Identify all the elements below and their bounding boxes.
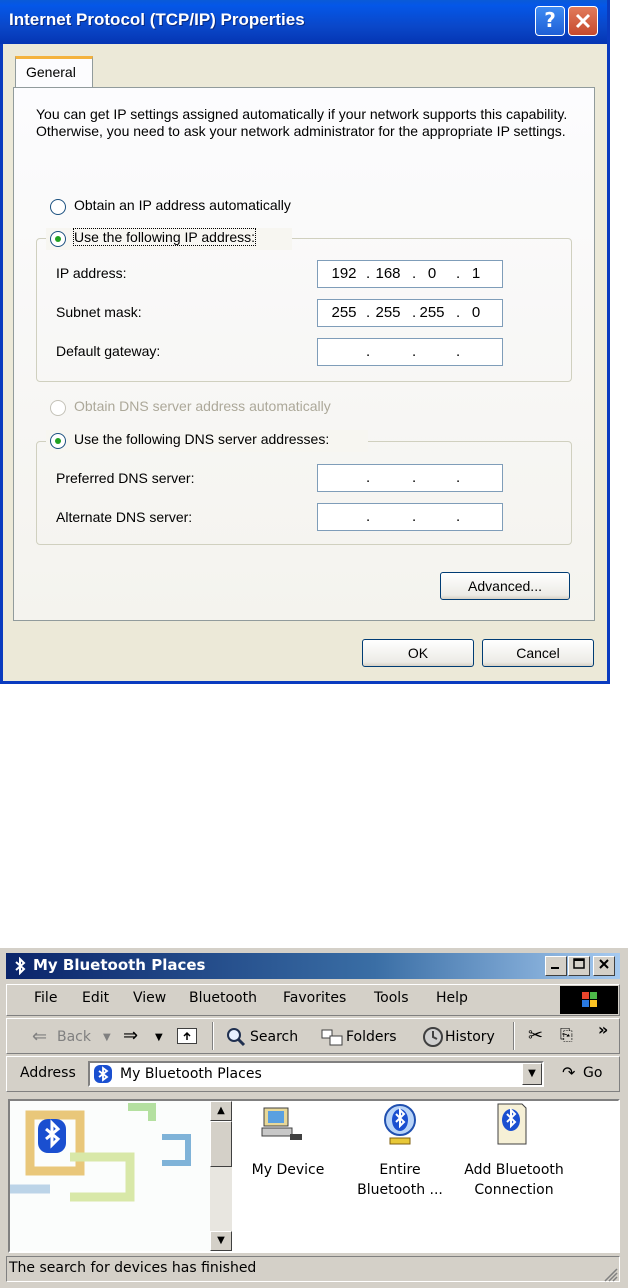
maximize-icon xyxy=(573,958,585,969)
go-button[interactable]: Go xyxy=(583,1065,602,1081)
menu-bluetooth[interactable]: Bluetooth xyxy=(189,990,257,1006)
preferred-dns-label: Preferred DNS server: xyxy=(56,470,195,486)
use-dns-radio[interactable] xyxy=(50,433,66,449)
windows-logo-icon xyxy=(560,986,618,1014)
bluetooth-window-title: My Bluetooth Places xyxy=(33,956,206,974)
menu-tools[interactable]: Tools xyxy=(374,990,409,1006)
back-dropdown-icon: ▼ xyxy=(103,1032,111,1043)
entire-bluetooth-label[interactable]: Entire Bluetooth ... xyxy=(348,1160,452,1200)
entire-bluetooth-icon[interactable] xyxy=(378,1102,422,1148)
entire-bluetooth-line1: Entire xyxy=(379,1162,421,1178)
subnet-mask-field[interactable]: 255. 255. 255. 0 xyxy=(317,299,503,327)
add-bluetooth-line1: Add Bluetooth xyxy=(464,1162,564,1178)
minimize-icon xyxy=(551,967,559,969)
obtain-dns-label: Obtain DNS server address automatically xyxy=(74,398,331,414)
history-button[interactable]: History xyxy=(445,1029,495,1045)
up-folder-icon[interactable] xyxy=(177,1028,197,1044)
ip-octet: 255 xyxy=(331,304,357,321)
obtain-ip-radio[interactable] xyxy=(50,199,66,215)
scroll-thumb[interactable] xyxy=(210,1121,232,1167)
ip-octet: 1 xyxy=(471,265,481,282)
subnet-mask-label: Subnet mask: xyxy=(56,304,142,320)
obtain-dns-radio[interactable] xyxy=(50,400,66,416)
search-button[interactable]: Search xyxy=(250,1029,298,1045)
ip-octet: 255 xyxy=(419,304,445,321)
preferred-dns-field[interactable]: ... xyxy=(317,464,503,492)
search-icon xyxy=(227,1028,246,1047)
entire-bluetooth-line2: Bluetooth ... xyxy=(357,1182,443,1198)
default-gateway-label: Default gateway: xyxy=(56,343,161,359)
copy-icon[interactable]: ⎘ xyxy=(560,1025,573,1045)
close-icon xyxy=(599,959,609,969)
close-button[interactable] xyxy=(568,6,598,36)
add-bluetooth-connection-label[interactable]: Add Bluetooth Connection xyxy=(452,1160,576,1200)
default-gateway-field[interactable]: ... xyxy=(317,338,503,366)
ip-octet: 192 xyxy=(331,265,357,282)
use-ip-label[interactable]: Use the following IP address: xyxy=(72,228,257,246)
toolbar-more-chevron[interactable]: » xyxy=(598,1020,608,1039)
ip-address-label: IP address: xyxy=(56,265,127,281)
add-bluetooth-connection-icon[interactable] xyxy=(492,1102,532,1148)
my-device-line1: My Device xyxy=(251,1162,325,1178)
bluetooth-address-icon xyxy=(94,1065,112,1083)
ip-octet: 0 xyxy=(471,304,481,321)
help-button[interactable]: ? xyxy=(535,6,565,36)
maximize-button[interactable] xyxy=(568,956,590,976)
alternate-dns-field[interactable]: ... xyxy=(317,503,503,531)
menu-favorites[interactable]: Favorites xyxy=(283,990,346,1006)
scroll-up-button[interactable]: ▲ xyxy=(210,1101,232,1121)
status-text: The search for devices has finished xyxy=(9,1260,257,1276)
forward-arrow-icon[interactable]: ⇒ xyxy=(123,1025,138,1046)
address-dropdown-button[interactable]: ▼ xyxy=(522,1063,542,1085)
advanced-button[interactable]: Advanced... xyxy=(440,572,570,600)
bluetooth-small-icon xyxy=(15,957,26,975)
bluetooth-banner-graphic xyxy=(10,1101,210,1251)
ip-octet: 168 xyxy=(375,265,401,282)
scroll-down-button[interactable]: ▼ xyxy=(210,1231,232,1251)
cancel-button[interactable]: Cancel xyxy=(482,639,594,667)
tab-general[interactable]: General xyxy=(15,56,93,88)
ip-address-field[interactable]: 192. 168. 0. 1 xyxy=(317,260,503,288)
menu-help[interactable]: Help xyxy=(436,990,468,1006)
cut-icon[interactable]: ✂ xyxy=(528,1025,543,1046)
ip-octet: 255 xyxy=(375,304,401,321)
back-arrow-icon: ⇐ xyxy=(32,1026,48,1047)
close-window-button[interactable] xyxy=(593,956,615,976)
folders-button[interactable]: Folders xyxy=(346,1029,397,1045)
menu-file[interactable]: File xyxy=(34,990,57,1006)
ip-octet: 0 xyxy=(427,265,437,282)
dialog-title-bar[interactable]: Internet Protocol (TCP/IP) Properties ? xyxy=(0,0,607,44)
go-arrow-icon: ↷ xyxy=(562,1063,576,1082)
address-field[interactable]: My Bluetooth Places xyxy=(88,1061,544,1087)
toolbar-separator xyxy=(212,1022,214,1050)
minimize-button[interactable] xyxy=(545,956,567,976)
ok-button[interactable]: OK xyxy=(362,639,474,667)
my-device-label[interactable]: My Device xyxy=(238,1160,338,1180)
forward-dropdown-icon: ▼ xyxy=(155,1032,163,1043)
address-value: My Bluetooth Places xyxy=(120,1066,262,1082)
obtain-ip-label[interactable]: Obtain an IP address automatically xyxy=(74,197,291,213)
tab-general-label: General xyxy=(26,64,76,80)
address-label: Address xyxy=(20,1065,76,1081)
my-device-icon[interactable] xyxy=(260,1106,306,1146)
back-button[interactable]: Back xyxy=(57,1029,91,1045)
use-dns-label[interactable]: Use the following DNS server addresses: xyxy=(74,431,329,447)
use-ip-radio[interactable] xyxy=(50,231,66,247)
history-icon xyxy=(423,1027,443,1047)
menu-view[interactable]: View xyxy=(133,990,166,1006)
menu-edit[interactable]: Edit xyxy=(82,990,109,1006)
toolbar-separator xyxy=(513,1022,515,1050)
intro-text: You can get IP settings assigned automat… xyxy=(36,106,568,139)
resize-grip-icon[interactable] xyxy=(600,1264,618,1282)
folders-icon xyxy=(321,1029,343,1046)
close-icon xyxy=(575,13,591,29)
dialog-title: Internet Protocol (TCP/IP) Properties xyxy=(9,10,305,29)
add-bluetooth-line2: Connection xyxy=(474,1182,554,1198)
alternate-dns-label: Alternate DNS server: xyxy=(56,509,193,525)
